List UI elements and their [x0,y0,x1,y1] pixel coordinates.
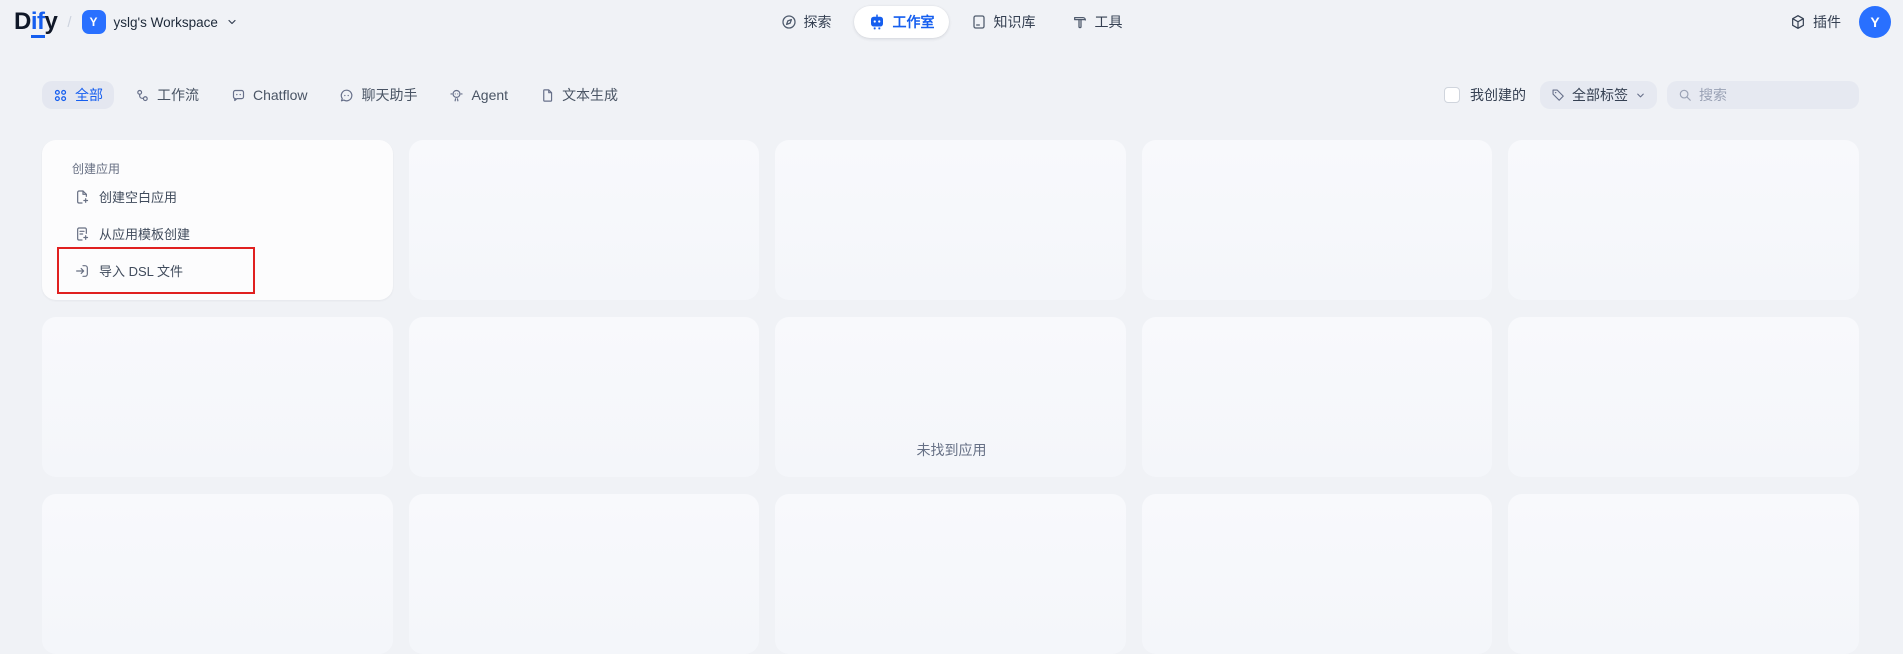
create-blank-app-button[interactable]: 创建空白应用 [74,187,177,206]
chevron-down-icon [226,16,238,28]
logo-if: if [31,8,45,38]
book-icon [971,14,987,30]
nav-item-knowledge[interactable]: 知识库 [957,6,1050,38]
app-card-placeholder [42,494,393,654]
nav-item-tools[interactable]: 工具 [1058,6,1137,38]
create-item-label: 创建空白应用 [99,187,177,206]
empty-state-text: 未找到应用 [917,440,987,460]
template-plus-icon [74,226,90,242]
app-card-placeholder [1508,140,1859,300]
tools-icon [1072,14,1088,30]
dify-logo[interactable]: Dify [14,10,57,34]
created-by-me-checkbox[interactable] [1444,87,1460,103]
tab-label: 聊天助手 [361,85,417,105]
tab-agent[interactable]: Agent [438,81,519,109]
user-avatar[interactable]: Y [1859,6,1891,38]
create-app-title: 创建应用 [72,160,120,177]
app-card-placeholder [775,494,1126,654]
tab-label: 文本生成 [562,85,618,105]
app-card-placeholder [1508,494,1859,654]
workspace-avatar: Y [82,10,106,34]
agent-icon [449,88,464,103]
create-item-label: 导入 DSL 文件 [99,261,183,280]
import-dsl-button[interactable]: 导入 DSL 文件 [74,261,183,280]
app-card-placeholder [1142,317,1493,477]
app-type-tabs: 全部 工作流 Chatflow 聊天助手 Agent [42,81,629,109]
plugins-label: 插件 [1813,12,1841,32]
tag-icon [1551,88,1565,102]
tag-filter-dropdown[interactable]: 全部标签 [1540,81,1657,109]
workflow-icon [135,88,150,103]
document-icon [540,88,555,103]
nav-label: 知识库 [994,12,1036,32]
plugins-button[interactable]: 插件 [1790,12,1841,32]
workspace-switcher[interactable]: Y yslg's Workspace [82,10,238,34]
tab-all[interactable]: 全部 [42,81,114,109]
search-input[interactable] [1699,87,1848,103]
logo-y: y [45,8,58,35]
app-card-placeholder [409,140,760,300]
app-card-placeholder [775,140,1126,300]
robot-icon [868,13,886,31]
nav-item-explore[interactable]: 探索 [767,6,846,38]
app-card-placeholder [1142,140,1493,300]
breadcrumb-divider: / [67,14,71,31]
filter-bar: 全部 工作流 Chatflow 聊天助手 Agent [42,81,1859,109]
filter-right-controls: 我创建的 全部标签 [1444,81,1859,109]
tag-filter-label: 全部标签 [1572,85,1628,105]
app-card-placeholder [42,317,393,477]
tab-workflow[interactable]: 工作流 [124,81,210,109]
search-icon [1678,88,1692,102]
tab-label: 全部 [75,85,103,105]
grid-dots-icon [53,88,68,103]
workspace-name: yslg's Workspace [114,15,218,30]
create-app-card: 创建应用 创建空白应用 从应用模板创建 导入 DSL 文件 [42,140,393,300]
search-box [1667,81,1859,109]
top-header: Dify / Y yslg's Workspace 探索 工作室 知识库 [0,0,1903,44]
header-right: 插件 Y [1790,0,1891,44]
main-nav: 探索 工作室 知识库 工具 [767,6,1137,38]
tab-label: Chatflow [253,87,307,103]
brand-area: Dify / Y yslg's Workspace [14,0,238,44]
tab-chat-assistant[interactable]: 聊天助手 [328,81,428,109]
compass-icon [781,14,797,30]
create-item-label: 从应用模板创建 [99,224,190,243]
tab-text-generation[interactable]: 文本生成 [529,81,629,109]
tab-label: 工作流 [157,85,199,105]
nav-label: 工具 [1095,12,1123,32]
app-grid: 创建应用 创建空白应用 从应用模板创建 导入 DSL 文件 [42,140,1859,654]
create-from-template-button[interactable]: 从应用模板创建 [74,224,190,243]
created-by-me-label: 我创建的 [1470,85,1526,105]
tab-label: Agent [471,87,508,103]
logo-d: D [14,8,31,35]
nav-label: 探索 [804,12,832,32]
chatflow-icon [231,88,246,103]
app-card-placeholder [1142,494,1493,654]
app-card-placeholder [409,494,760,654]
chevron-down-icon [1635,90,1646,101]
app-card-placeholder [409,317,760,477]
app-card-placeholder [1508,317,1859,477]
file-plus-icon [74,189,90,205]
tab-chatflow[interactable]: Chatflow [220,81,318,109]
nav-label: 工作室 [893,12,935,32]
nav-item-studio[interactable]: 工作室 [854,6,949,38]
import-icon [74,263,90,279]
chat-bubble-icon [339,88,354,103]
package-icon [1790,14,1806,30]
